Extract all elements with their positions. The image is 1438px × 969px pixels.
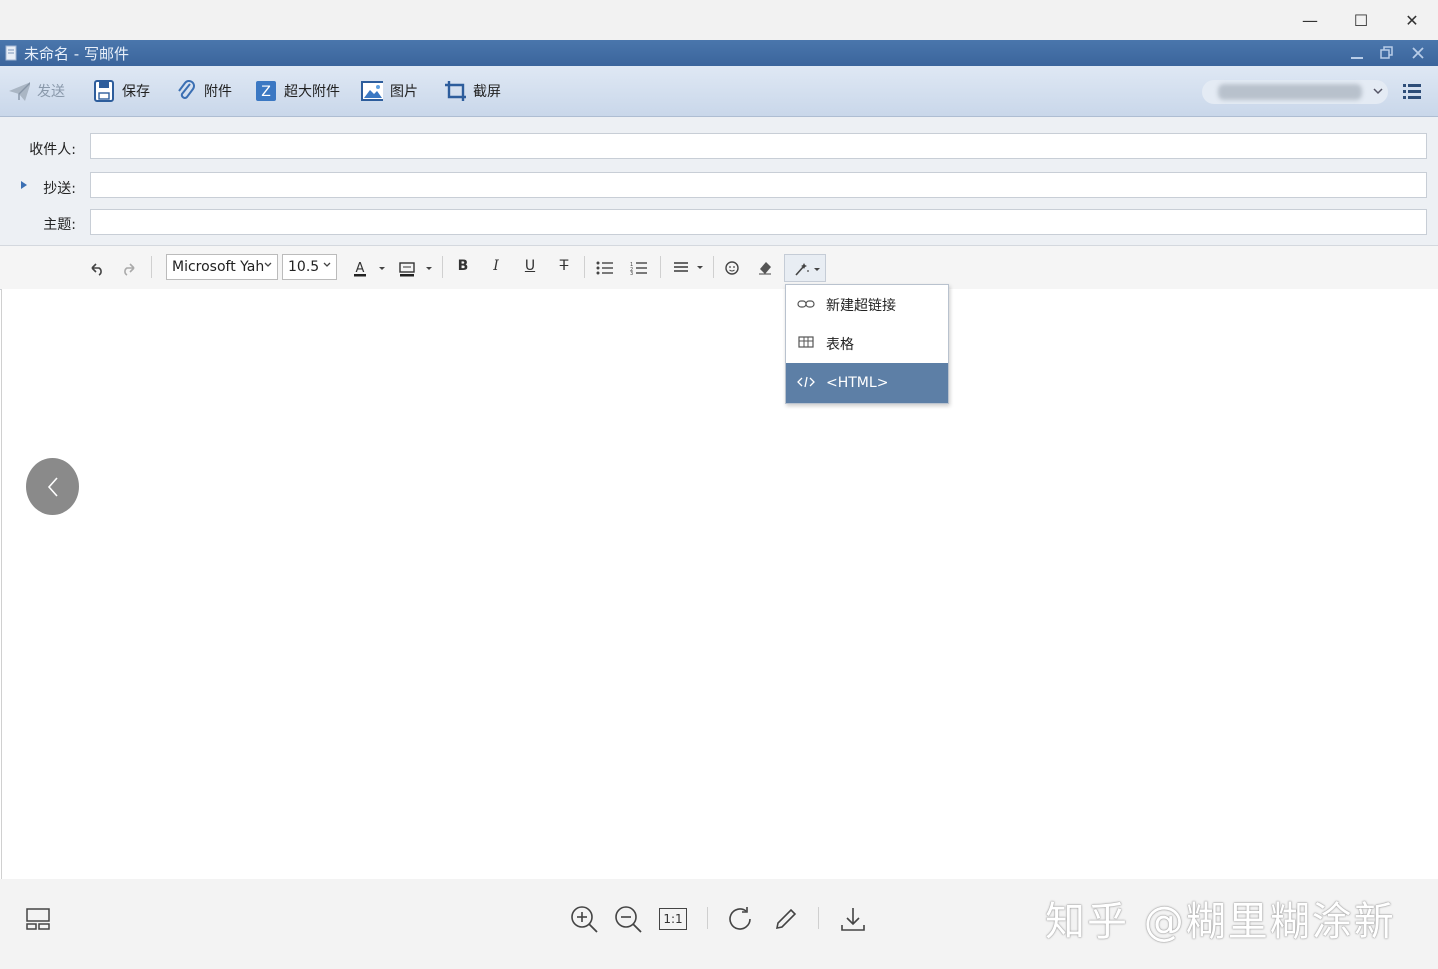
watermark: 知乎 @糊里糊涂新: [1045, 899, 1396, 945]
magic-wand-icon: [795, 263, 820, 276]
bullet-list-icon[interactable]: [596, 261, 614, 275]
separator: [707, 907, 708, 929]
highlight-color-icon[interactable]: [398, 260, 436, 278]
app-close-icon[interactable]: [1411, 46, 1425, 60]
actual-size-button[interactable]: 1:1: [657, 903, 689, 935]
close-button[interactable]: ✕: [1398, 8, 1426, 32]
insert-menu-button[interactable]: [784, 254, 826, 282]
minimize-button[interactable]: —: [1296, 8, 1324, 32]
main-toolbar: 发送 保存 附件 Z 超大附件 图片 截屏: [0, 66, 1438, 117]
svg-text:3: 3: [630, 271, 633, 275]
maximize-button[interactable]: ☐: [1347, 8, 1375, 32]
clear-format-icon[interactable]: [757, 260, 773, 276]
account-selector[interactable]: [1202, 80, 1388, 104]
italic-icon[interactable]: I: [486, 258, 506, 274]
cc-label: 抄送:: [43, 181, 76, 197]
save-label: 保存: [122, 84, 150, 100]
chevron-down-icon: [264, 262, 272, 267]
font-size-value: 10.5: [288, 259, 320, 275]
send-icon: [8, 80, 30, 102]
separator: [660, 256, 661, 278]
subject-label: 主题:: [43, 217, 76, 233]
app-restore-icon[interactable]: [1380, 46, 1394, 60]
to-input[interactable]: [90, 133, 1427, 159]
outer-titlebar: — ☐ ✕: [0, 0, 1438, 40]
font-family-value: Microsoft Yah: [172, 259, 265, 275]
redo-icon[interactable]: [122, 262, 138, 276]
rotate-icon[interactable]: [725, 903, 757, 935]
editor-body[interactable]: [1, 289, 1438, 879]
menu-item-label: 表格: [826, 336, 854, 353]
account-name-blurred: [1218, 84, 1362, 100]
zoom-in-icon[interactable]: [568, 903, 600, 935]
chevron-down-icon: [323, 262, 331, 267]
download-icon[interactable]: [837, 903, 869, 935]
chevron-left-icon: [47, 476, 58, 497]
send-button[interactable]: 发送: [8, 76, 65, 106]
paperclip-icon: [175, 80, 197, 102]
menu-item-label: <HTML>: [826, 375, 889, 391]
align-icon[interactable]: [673, 261, 707, 275]
menu-item-html[interactable]: <HTML>: [786, 363, 948, 403]
screenshot-label: 截屏: [473, 84, 501, 100]
app-title: 未命名 - 写邮件: [24, 45, 129, 63]
attach-button[interactable]: 附件: [175, 76, 232, 106]
text-color-icon[interactable]: A: [352, 260, 388, 278]
strikethrough-icon[interactable]: T: [554, 258, 574, 274]
separator: [713, 256, 714, 278]
insert-dropdown-menu: 新建超链接 表格 <HTML>: [785, 284, 949, 404]
cc-input[interactable]: [90, 172, 1427, 198]
svg-text:Z: Z: [261, 84, 271, 100]
subject-input[interactable]: [90, 209, 1427, 235]
menu-item-new-link[interactable]: 新建超链接: [786, 285, 948, 324]
viewer-bottom-bar: 1:1 知乎 @糊里糊涂新: [0, 879, 1438, 969]
save-button[interactable]: 保存: [93, 76, 150, 106]
app-titlebar: 未命名 - 写邮件: [0, 40, 1438, 66]
separator: [818, 907, 819, 929]
underline-icon[interactable]: U: [520, 258, 540, 274]
menu-item-table[interactable]: 表格: [786, 324, 948, 363]
to-label: 收件人:: [29, 142, 76, 158]
menu-item-label: 新建超链接: [826, 297, 896, 314]
undo-icon[interactable]: [88, 262, 104, 276]
image-label: 图片: [390, 84, 418, 100]
previous-button[interactable]: [26, 458, 79, 515]
separator: [151, 256, 152, 278]
table-icon: [786, 336, 826, 351]
font-family-select[interactable]: Microsoft Yah: [166, 254, 278, 280]
send-label: 发送: [37, 84, 65, 100]
list-menu-icon[interactable]: [1402, 82, 1422, 100]
bold-icon[interactable]: B: [453, 258, 473, 274]
big-attach-button[interactable]: Z 超大附件: [255, 76, 340, 106]
big-attach-label: 超大附件: [284, 84, 340, 100]
attach-label: 附件: [204, 84, 232, 100]
actual-size-label: 1:1: [659, 908, 687, 930]
screenshot-button[interactable]: 截屏: [444, 76, 501, 106]
app-minimize-icon[interactable]: [1350, 48, 1364, 60]
svg-text:A: A: [356, 261, 365, 276]
image-icon: [361, 80, 383, 102]
header-fields: 收件人: 抄送: 主题:: [0, 117, 1438, 245]
chevron-down-icon: [1373, 88, 1383, 95]
large-file-icon: Z: [255, 80, 277, 102]
font-size-select[interactable]: 10.5: [282, 254, 337, 280]
code-icon: [786, 376, 826, 391]
save-icon: [93, 80, 115, 102]
crop-icon: [444, 80, 466, 102]
numbered-list-icon[interactable]: 123: [630, 261, 648, 275]
edit-pencil-icon[interactable]: [770, 903, 802, 935]
link-icon: [786, 298, 826, 312]
document-icon: [5, 45, 17, 61]
image-button[interactable]: 图片: [361, 76, 418, 106]
emoji-icon[interactable]: [724, 260, 740, 276]
separator: [442, 256, 443, 278]
thumbnail-toggle-icon[interactable]: [22, 903, 54, 935]
format-toolbar: Microsoft Yah 10.5 A B I U T 123: [0, 245, 1438, 290]
zoom-out-icon[interactable]: [612, 903, 644, 935]
separator: [584, 256, 585, 278]
